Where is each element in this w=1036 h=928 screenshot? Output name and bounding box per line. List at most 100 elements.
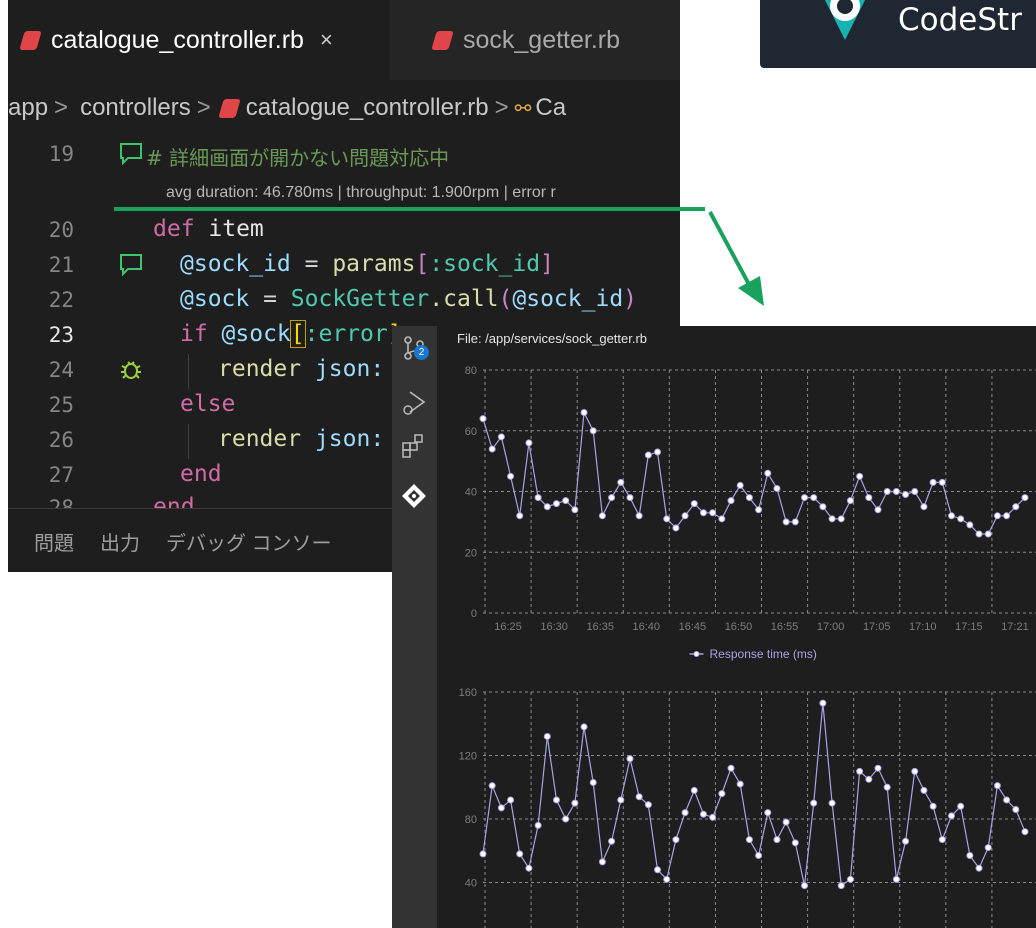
code-text: end — [180, 461, 222, 487]
x-tick-label: 16:50 — [725, 621, 753, 633]
breadcrumb-file[interactable]: catalogue_controller.rb — [246, 94, 489, 122]
ruby-file-icon — [19, 30, 42, 50]
code-line-20[interactable]: 20 def item — [8, 214, 680, 249]
code-text: if @sock[:error] — [180, 320, 402, 348]
data-point — [608, 494, 616, 502]
editor-tab-bar: catalogue_controller.rb × sock_getter.rb — [8, 0, 680, 80]
x-tick-label: 17:10 — [909, 621, 937, 633]
data-point — [589, 778, 597, 786]
x-tick-label: 16:55 — [771, 621, 799, 633]
x-tick-label: 16:40 — [633, 621, 661, 633]
bug-icon[interactable] — [118, 356, 144, 382]
y-tick-label: 40 — [465, 487, 477, 499]
close-icon[interactable]: × — [320, 27, 333, 53]
data-point — [957, 802, 965, 810]
code-line-21[interactable]: 21 @sock_id = params[:sock_id] — [8, 249, 680, 284]
data-point — [608, 837, 616, 845]
tab-output[interactable]: 出力 — [100, 527, 140, 556]
data-point — [507, 472, 515, 480]
data-point — [920, 786, 928, 794]
x-tick-label: 16:30 — [540, 621, 568, 633]
comment-icon[interactable] — [118, 140, 144, 166]
data-point — [718, 515, 726, 523]
data-point — [736, 780, 744, 788]
extensions-icon[interactable] — [400, 432, 428, 460]
data-point — [552, 796, 560, 804]
data-point — [865, 775, 873, 783]
data-point — [984, 530, 992, 538]
data-point — [773, 484, 781, 492]
data-point — [929, 478, 937, 486]
code-line-22[interactable]: 22 @sock = SockGetter.call(@sock_id) — [8, 284, 680, 319]
x-tick-label: 16:45 — [679, 621, 707, 633]
breadcrumb-symbol[interactable]: Ca — [535, 94, 566, 122]
data-point — [709, 509, 717, 517]
data-point — [791, 518, 799, 526]
codestream-logo-icon — [824, 0, 866, 41]
x-tick-label: 17:05 — [863, 621, 891, 633]
data-point — [938, 836, 946, 844]
codelens-metrics[interactable]: avg duration: 46.780ms | throughput: 1.9… — [166, 184, 556, 202]
data-point — [920, 503, 928, 511]
data-point — [534, 494, 542, 502]
breadcrumb-app[interactable]: app — [8, 94, 48, 122]
codestream-logo: CodeStr — [760, 0, 1036, 68]
data-point — [938, 478, 946, 486]
y-tick-label: 60 — [465, 426, 477, 438]
legend-swatch-dot — [693, 651, 700, 657]
line-number: 26 — [48, 428, 74, 452]
run-debug-icon[interactable] — [400, 388, 428, 418]
x-tick-label: 17:15 — [955, 621, 983, 633]
data-point — [552, 500, 560, 508]
data-point — [644, 451, 652, 459]
tab-catalogue-controller[interactable]: catalogue_controller.rb × — [8, 0, 390, 80]
series-line — [482, 703, 1026, 887]
x-tick-label: 16:35 — [586, 621, 614, 633]
data-point — [654, 448, 662, 456]
code-text: @sock_id = params[:sock_id] — [180, 251, 554, 277]
data-point — [699, 810, 707, 818]
tab-problems[interactable]: 問題 — [34, 527, 74, 556]
data-point — [672, 836, 680, 844]
data-point — [497, 804, 505, 812]
data-point — [663, 875, 671, 883]
y-tick-label: 80 — [465, 365, 477, 377]
tab-debug-console[interactable]: デバッグ コンソー — [166, 527, 332, 556]
data-point — [745, 836, 753, 844]
data-point — [755, 852, 763, 860]
y-tick-label: 160 — [459, 687, 477, 699]
scm-badge: 2 — [414, 345, 429, 360]
data-point — [892, 488, 900, 495]
codestream-metrics-panel: 2 File: /app/services/sock_getter.rb 0 20… — [392, 326, 1036, 928]
data-point — [626, 494, 634, 502]
data-point — [911, 767, 919, 775]
data-point — [957, 515, 965, 523]
codestream-icon[interactable] — [400, 482, 428, 510]
tab-sock-getter[interactable]: sock_getter.rb — [390, 0, 680, 80]
data-point — [598, 512, 606, 520]
data-point — [644, 801, 652, 809]
data-point — [681, 809, 689, 817]
data-point — [507, 796, 515, 804]
x-tick-label: 17:21 — [1001, 621, 1029, 633]
tab-label: catalogue_controller.rb — [51, 25, 304, 54]
breadcrumb-controllers[interactable]: controllers — [80, 94, 191, 122]
line-number: 19 — [48, 142, 74, 166]
line-number: 20 — [48, 218, 74, 242]
data-point — [488, 445, 496, 453]
comment-icon[interactable] — [118, 251, 144, 277]
y-tick-label: 120 — [459, 751, 477, 763]
class-symbol-icon: ⚯ — [514, 97, 532, 120]
code-line-19[interactable]: 19 # 詳細画面が開かない問題対応中 — [8, 138, 680, 173]
data-point — [727, 764, 735, 772]
ruby-file-icon — [431, 30, 454, 50]
data-point — [837, 515, 845, 523]
data-point — [617, 478, 625, 486]
data-point — [617, 796, 625, 804]
data-point — [819, 699, 827, 707]
code-text: def item — [153, 216, 264, 242]
data-point — [947, 512, 955, 520]
code-text: @sock = SockGetter.call(@sock_id) — [180, 286, 638, 312]
data-point — [580, 409, 588, 417]
data-point — [883, 783, 891, 791]
